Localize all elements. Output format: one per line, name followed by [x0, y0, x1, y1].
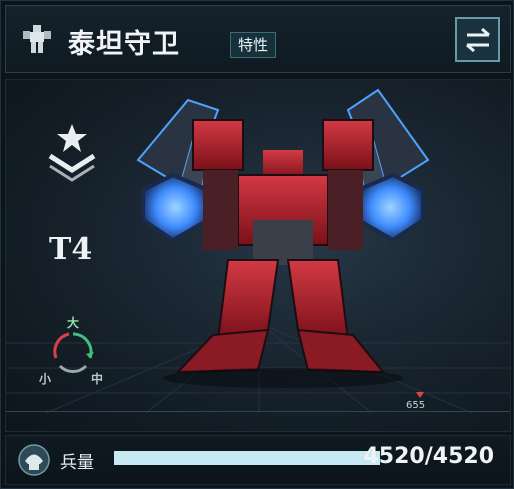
unit-name: 泰坦守卫 [68, 29, 180, 60]
mech-unit-icon [23, 25, 51, 53]
trait-button[interactable]: 特性 [230, 32, 277, 58]
troop-label: 兵量 [60, 453, 94, 473]
ruler-marker-value: 655 [406, 400, 426, 411]
size-large-label: 大 [67, 316, 80, 330]
soldier-helmet-icon [18, 444, 50, 476]
scale-ruler: 655 [6, 392, 510, 431]
mech-model [136, 88, 430, 388]
swap-arrows-icon [466, 27, 490, 53]
star-chevron-rank-icon [48, 124, 96, 182]
troop-value: 4520/4520 [363, 444, 495, 469]
rank-badge: T4 [44, 122, 100, 267]
troop-progress-fill [114, 451, 380, 465]
swap-button[interactable] [455, 17, 500, 62]
size-cycle: 大 小 中 [36, 314, 110, 388]
troop-capacity-bar: 兵量 4520/4520 [5, 435, 511, 485]
size-small-label: 小 [39, 372, 52, 386]
unit-header: 泰坦守卫 特性 [5, 5, 511, 73]
troop-progress-bar [114, 451, 380, 465]
ruler-marker-icon [416, 392, 424, 398]
rank-tier: T4 [49, 232, 93, 267]
size-medium-label: 中 [91, 372, 104, 386]
unit-card: 泰坦守卫 特性 T4 大 小 中 655 兵量 4520/4520 [0, 0, 514, 489]
unit-preview: T4 大 小 中 655 [5, 79, 511, 432]
